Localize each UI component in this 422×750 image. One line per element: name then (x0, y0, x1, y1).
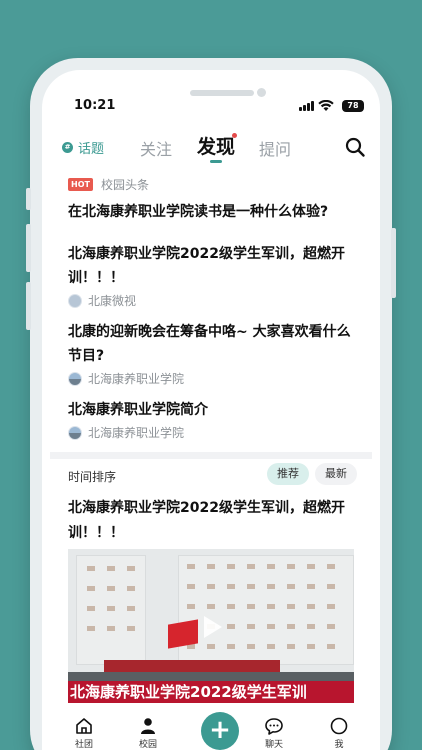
sort-recommended-button[interactable]: 推荐 (267, 463, 309, 485)
phone-frame: 10:21 78 # 话题 关注 发现 提问 HOT 校园头条 在北海康养职业学… (26, 58, 396, 750)
nav-me[interactable]: 我 (319, 716, 359, 750)
headline-item[interactable]: 北康的迎新晚会在筹备中咯~ 大家喜欢看什么节目? 北海康养职业学院 (68, 320, 362, 387)
post-title[interactable]: 北海康养职业学院2022级学生军训，超燃开训！！！ (68, 496, 362, 546)
house-icon (76, 718, 92, 734)
play-icon[interactable] (196, 612, 226, 642)
status-bar: 10:21 78 (42, 96, 380, 118)
headline-item[interactable]: 北海康养职业学院2022级学生军训，超燃开训！！！ 北康微视 (68, 242, 362, 309)
building-right (178, 555, 354, 665)
nav-label: 我 (334, 740, 344, 750)
nav-club[interactable]: 社团 (64, 716, 104, 750)
tab-ask[interactable]: 提问 (259, 136, 291, 160)
nav-label: 校园 (138, 740, 157, 750)
battery-indicator: 78 (342, 100, 364, 112)
video-thumbnail[interactable]: 北海康养职业学院2022级学生军训 (68, 549, 354, 703)
mute-switch (26, 188, 31, 210)
section-label: 校园头条 (100, 178, 149, 192)
profile-icon (330, 717, 348, 735)
nav-campus[interactable]: 校园 (128, 716, 168, 750)
headline-item[interactable]: 北海康养职业学院简介 北海康养职业学院 (68, 398, 362, 441)
source-logo-icon (68, 425, 82, 440)
video-caption: 北海康养职业学院2022级学生军训 (68, 681, 354, 703)
app-screen: 10:21 78 # 话题 关注 发现 提问 HOT 校园头条 在北海康养职业学… (42, 70, 380, 750)
nav-label: 聊天 (264, 740, 283, 750)
bottom-nav: 社团 校园 + 聊天 我 (42, 706, 380, 750)
headline-title: 北康的迎新晚会在筹备中咯~ 大家喜欢看什么节目? (68, 324, 351, 364)
sort-latest-button[interactable]: 最新 (315, 463, 357, 485)
cellular-signal-icon (299, 101, 314, 111)
headline-source: 北海康养职业学院 (68, 424, 362, 441)
source-name: 北海康养职业学院 (88, 372, 185, 386)
person-icon (141, 718, 155, 734)
plus-icon[interactable]: + (201, 712, 239, 750)
status-time: 10:21 (74, 98, 116, 113)
volume-up-button (26, 224, 31, 272)
nav-chat[interactable]: 聊天 (254, 716, 294, 750)
source-name: 北康微视 (88, 294, 137, 308)
headline-source: 北康微视 (68, 292, 362, 309)
sort-label: 时间排序 (68, 470, 117, 484)
topic-button[interactable]: # 话题 (62, 138, 104, 157)
campus-headlines-header: HOT 校园头条 (68, 176, 149, 193)
nav-label: 社团 (74, 740, 93, 750)
source-logo-icon (68, 371, 82, 386)
wifi-icon (318, 100, 334, 111)
headline-item[interactable]: 在北海康养职业学院读书是一种什么体验? (68, 200, 362, 224)
hashtag-icon: # (62, 142, 73, 153)
chat-icon (265, 718, 283, 735)
notification-dot (232, 133, 237, 138)
source-name: 北海康养职业学院 (88, 426, 185, 440)
volume-down-button (26, 282, 31, 330)
power-button (391, 228, 396, 298)
section-divider (50, 452, 372, 459)
tab-discover[interactable]: 发现 (197, 132, 235, 159)
stage (104, 660, 280, 672)
search-icon[interactable] (344, 136, 366, 158)
tab-follow[interactable]: 关注 (140, 136, 172, 160)
active-tab-indicator (210, 160, 222, 163)
hot-badge: HOT (68, 178, 93, 191)
headline-source: 北海康养职业学院 (68, 370, 362, 387)
headline-title: 北海康养职业学院简介 (68, 402, 208, 418)
top-tab-bar: # 话题 关注 发现 提问 (42, 130, 380, 166)
headline-title: 北海康养职业学院2022级学生军训，超燃开训！！！ (68, 246, 345, 286)
source-logo-icon (68, 293, 82, 308)
topic-label: 话题 (78, 142, 105, 157)
building-left (76, 555, 146, 665)
headline-title: 在北海康养职业学院读书是一种什么体验? (68, 204, 329, 220)
